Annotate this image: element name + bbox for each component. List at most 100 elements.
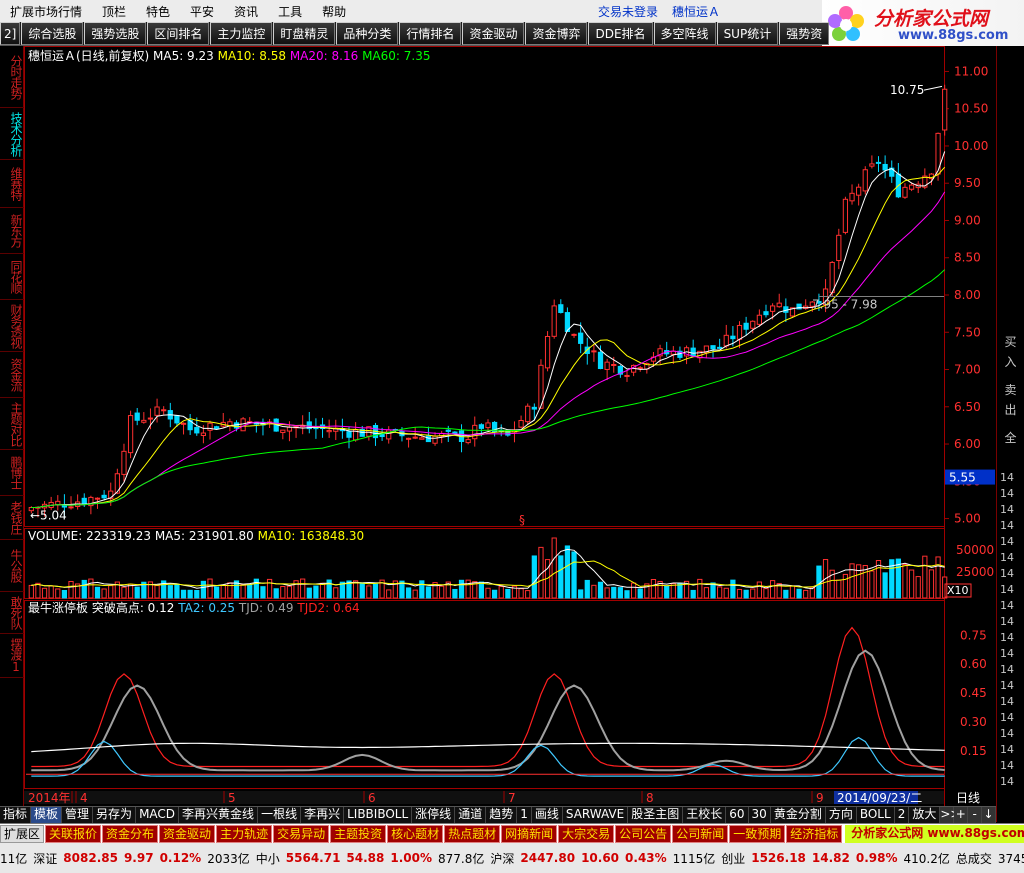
- order-button-1[interactable]: 入: [997, 354, 1024, 382]
- candle-body: [591, 350, 597, 353]
- indicator-tab-21[interactable]: BOLL: [857, 807, 895, 823]
- indicator-tab-16[interactable]: 王校长: [683, 807, 727, 823]
- left-tab-9[interactable]: 老钱庄: [0, 496, 24, 540]
- left-tab-6[interactable]: 资金流: [0, 352, 24, 398]
- indicator-tab-15[interactable]: 股圣主图: [628, 807, 684, 823]
- indicator-tab-20[interactable]: 方向: [826, 807, 857, 823]
- left-tab-4[interactable]: 同花顺: [0, 254, 24, 300]
- order-button-3[interactable]: 出: [997, 402, 1024, 430]
- left-tab-12[interactable]: 摆渡1: [0, 634, 24, 678]
- toolbar-button-10[interactable]: 多空阵线: [653, 22, 716, 45]
- extension-tab-13[interactable]: 一致预期: [729, 824, 786, 843]
- tab-nav-0[interactable]: >>: [940, 807, 960, 823]
- toolbar-button-5[interactable]: 品种分类: [336, 22, 399, 45]
- left-tab-10[interactable]: 牛公股: [0, 540, 24, 592]
- ma-line-60: [31, 269, 946, 508]
- menu-item-4[interactable]: 资讯: [224, 3, 268, 20]
- extension-tab-14[interactable]: 经济指标: [786, 824, 843, 843]
- menu-item-5[interactable]: 工具: [268, 3, 312, 20]
- volume-bar: [452, 588, 458, 599]
- extension-tab-2[interactable]: 资金分布: [102, 824, 159, 843]
- menu-item-0[interactable]: 扩展市场行情: [0, 3, 92, 20]
- left-tab-0[interactable]: 分时走势: [0, 46, 24, 108]
- extension-tab-4[interactable]: 主力轨迹: [216, 824, 273, 843]
- toolbar-button-4[interactable]: 盯盘精灵: [273, 22, 336, 45]
- toolbar-button-7[interactable]: 资金驱动: [462, 22, 525, 45]
- toolbar-button-12[interactable]: 强势资: [779, 22, 830, 45]
- toolbar-button-2[interactable]: 区间排名: [147, 22, 210, 45]
- order-button-0[interactable]: 买: [997, 334, 1024, 354]
- indicator-tab-22[interactable]: 2: [895, 807, 910, 823]
- left-tab-2[interactable]: 维赛特: [0, 160, 24, 208]
- left-tab-11[interactable]: 敢死队: [0, 592, 24, 634]
- extension-tab-3[interactable]: 资金驱动: [159, 824, 216, 843]
- indicator-tab-18[interactable]: 30: [749, 807, 771, 823]
- chart-canvas[interactable]: 11.00 10.50 10.00 9.50 9.00 8.50 8.00 7.50 7.00 6…: [24, 46, 996, 806]
- indicator-tab-11[interactable]: 趋势: [486, 807, 518, 823]
- candle-body: [690, 347, 696, 357]
- extension-tab-8[interactable]: 热点题材: [444, 824, 501, 843]
- indicator-tab-19[interactable]: 黄金分割: [771, 807, 826, 823]
- indicator-tab-4[interactable]: MACD: [136, 807, 180, 823]
- menu-item-1[interactable]: 顶栏: [92, 3, 136, 20]
- extension-tab-5[interactable]: 交易异动: [273, 824, 330, 843]
- indicator-tab-1[interactable]: 模板: [31, 807, 63, 823]
- ma-label-2: MA20: 8.16: [290, 49, 362, 63]
- extension-tab-0[interactable]: 扩展区: [0, 824, 45, 843]
- extension-tab-7[interactable]: 核心题材: [387, 824, 444, 843]
- indicator-tab-5[interactable]: 李再兴黄金线: [179, 807, 259, 823]
- trade-status-link[interactable]: 交易未登录: [598, 3, 658, 20]
- extension-tab-6[interactable]: 主题投资: [330, 824, 387, 843]
- extension-tab-1[interactable]: 关联报价: [45, 824, 102, 843]
- order-button-4[interactable]: 全: [997, 430, 1024, 450]
- indicator-tab-17[interactable]: 60: [726, 807, 749, 823]
- indicator-tab-8[interactable]: LIBBIBOLL: [344, 807, 413, 823]
- extension-tab-11[interactable]: 公司公告: [615, 824, 672, 843]
- toolbar-button-8[interactable]: 资金博弈: [525, 22, 588, 45]
- indicator-tab-7[interactable]: 李再兴: [301, 807, 345, 823]
- volume-bar: [108, 585, 114, 599]
- menu-item-2[interactable]: 特色: [136, 3, 180, 20]
- extension-tab-12[interactable]: 公司新闻: [672, 824, 729, 843]
- indicator-tab-10[interactable]: 通道: [455, 807, 487, 823]
- menu-item-3[interactable]: 平安: [180, 3, 224, 20]
- indicator-tab-3[interactable]: 另存为: [93, 807, 137, 823]
- tab-nav-3[interactable]: ↓: [982, 807, 997, 823]
- tab-nav-2[interactable]: -: [968, 807, 983, 823]
- indicator-tab-13[interactable]: 画线: [532, 807, 563, 823]
- left-tab-7[interactable]: 主题对比: [0, 398, 24, 450]
- indicator-tab-0[interactable]: 指标: [0, 807, 32, 823]
- toolbar-button-0[interactable]: 综合选股: [21, 22, 84, 45]
- toolbar-button-3[interactable]: 主力监控: [210, 22, 273, 45]
- toolbar-page-indicator[interactable]: 2]: [0, 22, 21, 45]
- tab-nav-1[interactable]: +: [954, 807, 969, 823]
- volume-bar: [769, 580, 776, 599]
- volume-bar: [803, 589, 809, 599]
- period-label[interactable]: 日线: [956, 791, 980, 805]
- toolbar-button-1[interactable]: 强势选股: [84, 22, 147, 45]
- toolbar-button-11[interactable]: SUP统计: [716, 22, 779, 45]
- toolbar-button-6[interactable]: 行情排名: [399, 22, 462, 45]
- order-button-2[interactable]: 卖: [997, 382, 1024, 402]
- extension-tab-10[interactable]: 大宗交易: [558, 824, 615, 843]
- toolbar-button-9[interactable]: DDE排名: [588, 22, 653, 45]
- left-tab-8[interactable]: 鹏博士: [0, 450, 24, 496]
- indicator-tab-12[interactable]: 1: [517, 807, 532, 823]
- indicator-tab-9[interactable]: 涨停线: [412, 807, 456, 823]
- price-tick-10: 6.00: [954, 437, 981, 451]
- candle-body: [280, 429, 286, 434]
- left-tab-5[interactable]: 财务透视: [0, 300, 24, 352]
- volume-bar: [882, 572, 888, 599]
- menu-item-6[interactable]: 帮助: [312, 3, 356, 20]
- volume-bar: [127, 583, 134, 599]
- extension-tab-9[interactable]: 网摘新闻: [501, 824, 558, 843]
- indicator-tab-23[interactable]: 放大: [909, 807, 941, 823]
- volume-bar: [266, 578, 273, 599]
- candle-body: [776, 302, 782, 308]
- indicator-tab-6[interactable]: 一根线: [258, 807, 302, 823]
- left-tab-3[interactable]: 新东方: [0, 208, 24, 254]
- indicator-tab-2[interactable]: 管理: [62, 807, 94, 823]
- candle-body: [425, 435, 432, 443]
- left-tab-1[interactable]: 技术分析: [0, 108, 24, 160]
- indicator-tab-14[interactable]: SARWAVE: [563, 807, 629, 823]
